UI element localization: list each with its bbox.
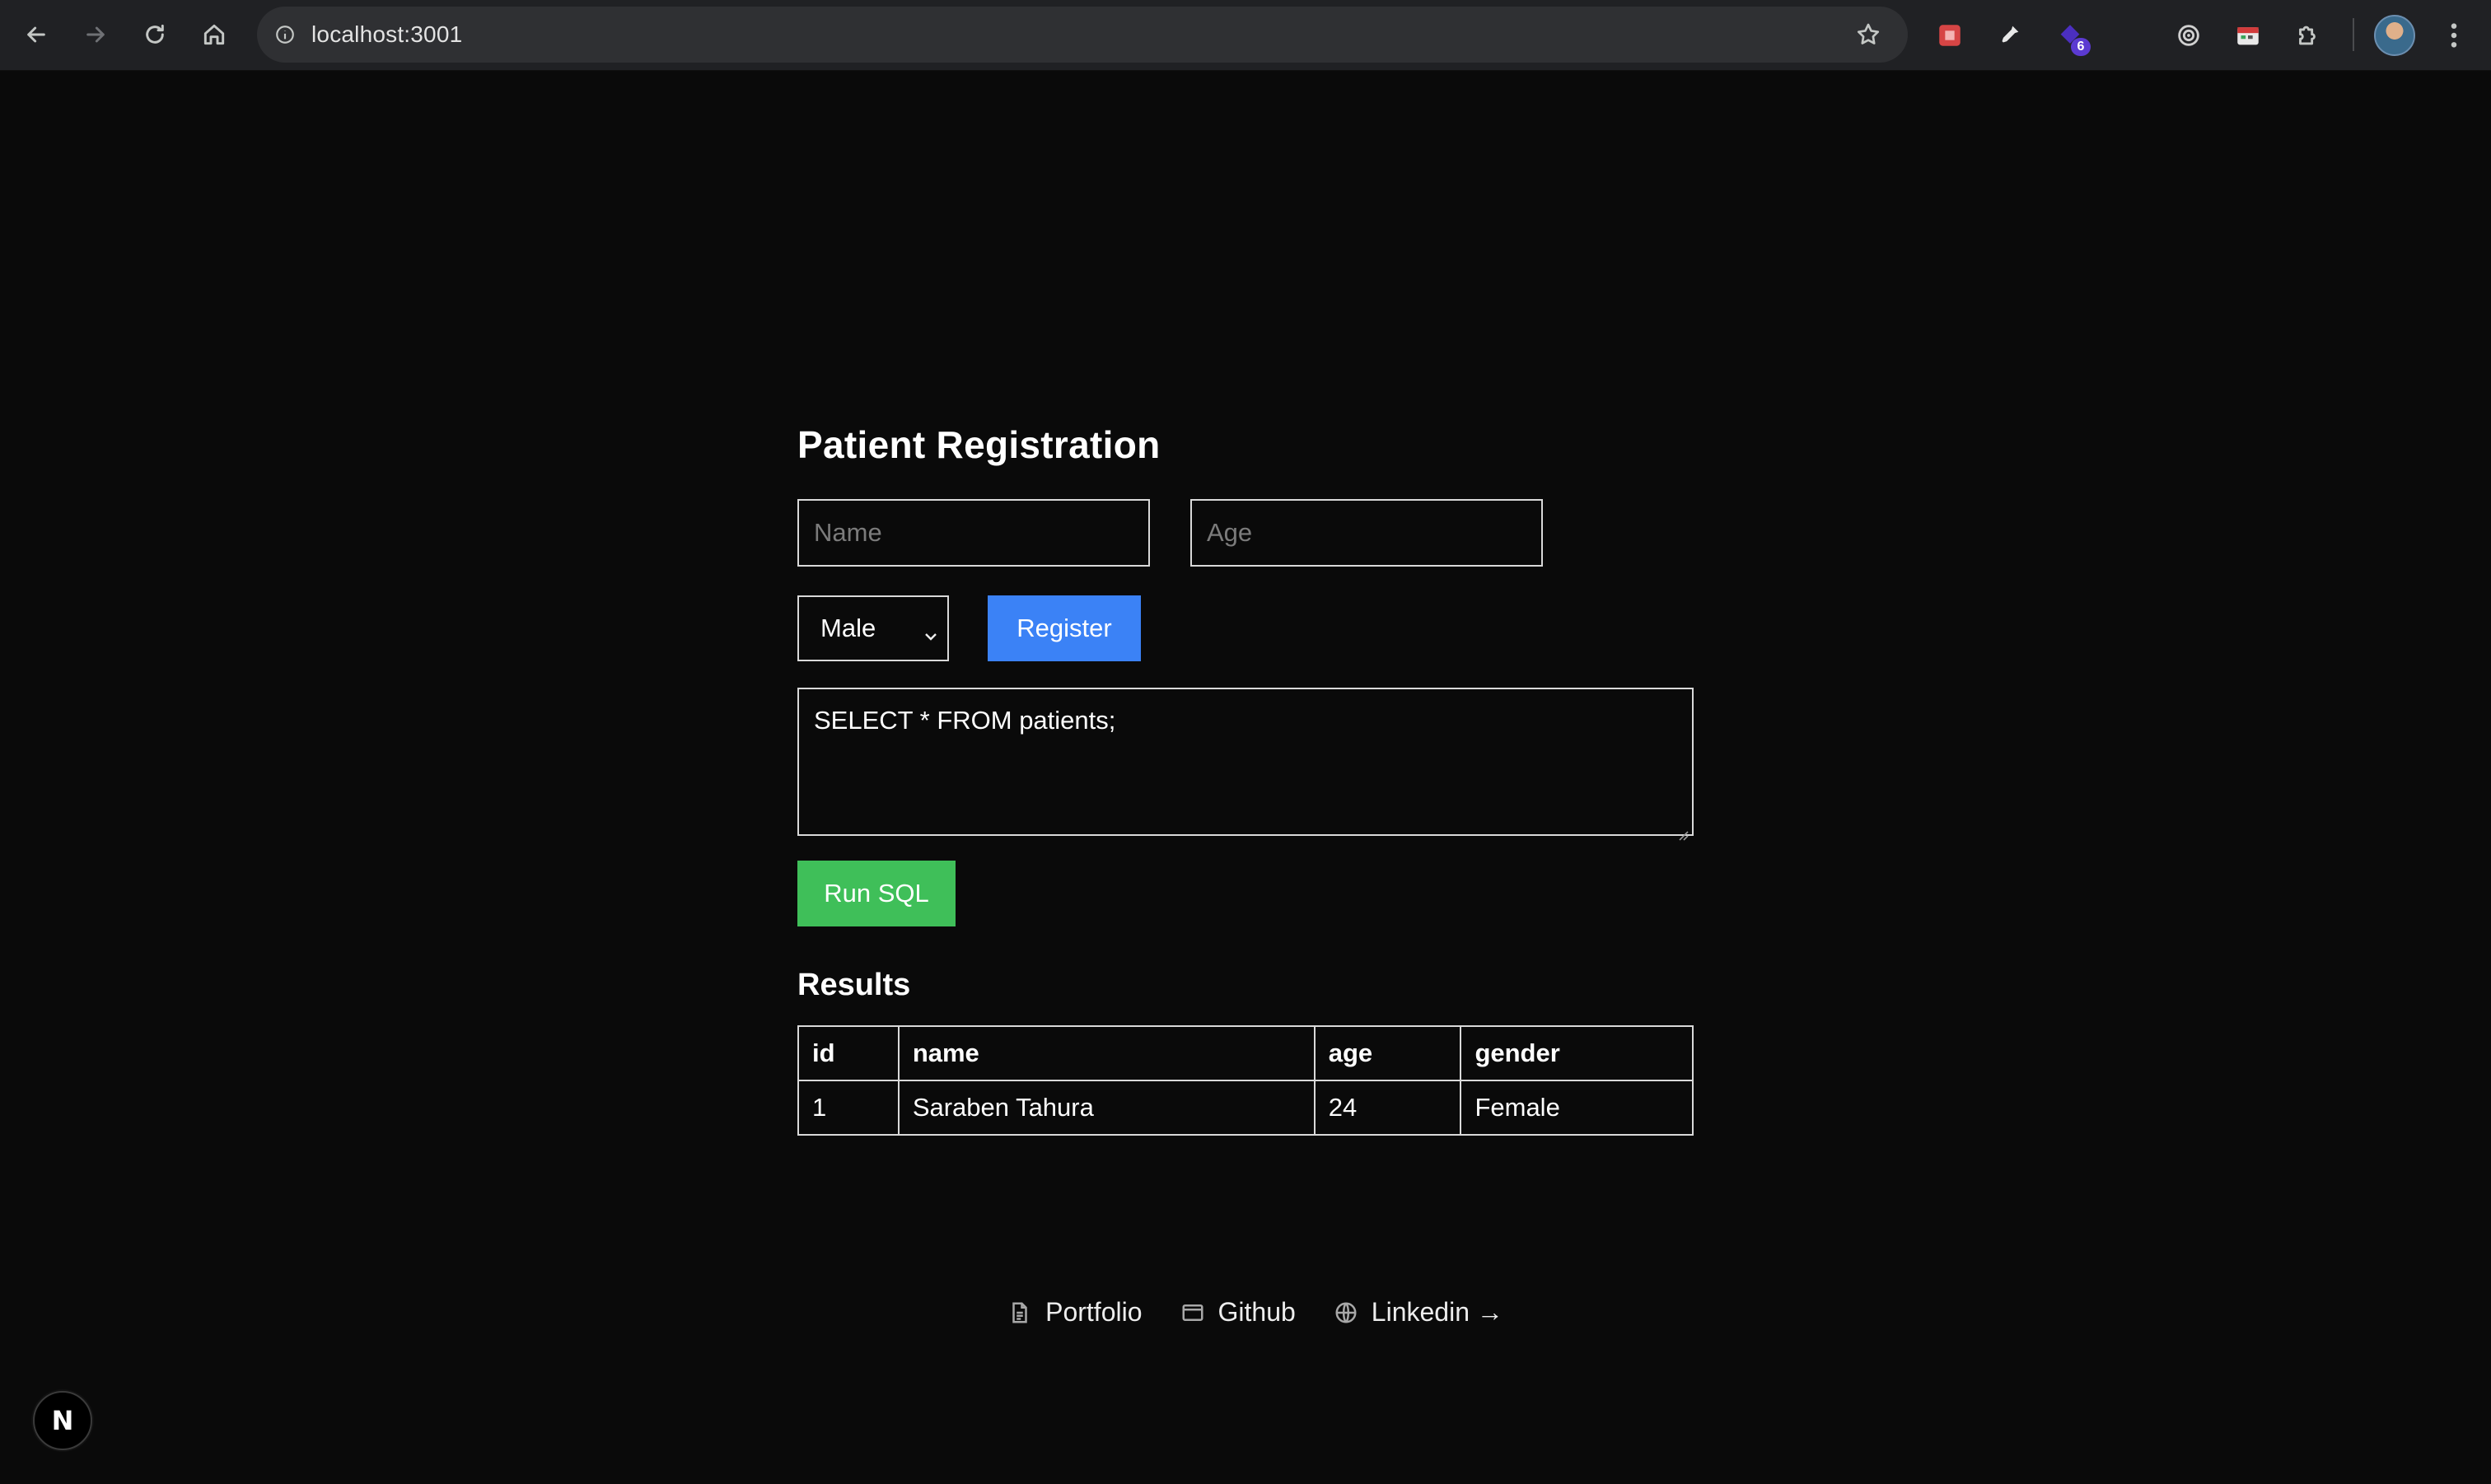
window-icon xyxy=(1182,1304,1203,1321)
github-link[interactable]: Github xyxy=(1180,1297,1296,1328)
register-button[interactable]: Register xyxy=(988,595,1141,661)
name-placeholder: Name xyxy=(814,518,882,547)
extension-calendar-button[interactable] xyxy=(2227,15,2269,56)
bookmark-button[interactable] xyxy=(1850,16,1886,53)
gender-selected-value: Male xyxy=(820,614,876,642)
extension-red-button[interactable] xyxy=(1929,15,1970,56)
results-table: id name age gender 1 Saraben Tahura 24 F… xyxy=(797,1025,1694,1136)
linkedin-link[interactable]: Linkedin → xyxy=(1334,1297,1503,1328)
table-header-row: id name age gender xyxy=(797,1025,1694,1081)
file-icon xyxy=(1012,1302,1027,1323)
toolbar-separator xyxy=(2353,18,2354,51)
column-header-id: id xyxy=(797,1025,900,1081)
home-icon xyxy=(203,24,225,45)
site-info-button[interactable] xyxy=(267,16,303,53)
info-icon xyxy=(276,26,294,44)
calendar-extension-icon xyxy=(2237,27,2259,45)
chevron-down-icon xyxy=(923,622,939,641)
puzzle-icon xyxy=(2299,26,2316,45)
browser-menu-button[interactable] xyxy=(2435,15,2473,56)
run-sql-button[interactable]: Run SQL xyxy=(797,861,956,926)
orange-moon-extension-icon xyxy=(2122,26,2132,45)
target-icon xyxy=(2178,25,2199,46)
profile-avatar[interactable] xyxy=(2374,15,2415,56)
red-puzzle-extension-icon xyxy=(1939,25,1961,46)
extension-orange-button[interactable] xyxy=(2109,15,2150,56)
column-header-name: name xyxy=(897,1025,1316,1081)
age-placeholder: Age xyxy=(1207,518,1253,547)
portfolio-link[interactable]: Portfolio xyxy=(1007,1297,1143,1328)
back-button[interactable] xyxy=(18,16,54,53)
github-link-label: Github xyxy=(1217,1297,1296,1327)
age-input[interactable]: Age xyxy=(1190,499,1543,567)
gender-select[interactable]: Male xyxy=(797,595,949,661)
extensions-menu-button[interactable] xyxy=(2287,15,2328,56)
nextjs-logo-letter: N xyxy=(51,1405,74,1436)
reload-button[interactable] xyxy=(137,16,173,53)
column-header-age: age xyxy=(1313,1025,1462,1081)
footer: Portfolio Github Linkedin → xyxy=(0,1297,2491,1328)
star-icon xyxy=(1857,23,1880,44)
arrow-right-icon xyxy=(86,26,105,43)
extension-eyedropper-button[interactable] xyxy=(1989,15,2030,56)
eyedropper-icon xyxy=(2002,26,2019,43)
url-text: localhost:3001 xyxy=(311,21,463,47)
cell-gender: Female xyxy=(1460,1080,1694,1136)
address-bar[interactable]: localhost:3001 xyxy=(257,7,1908,63)
forward-button[interactable] xyxy=(77,16,114,53)
linkedin-link-label: Linkedin → xyxy=(1371,1297,1503,1327)
nextjs-dev-indicator[interactable]: N xyxy=(33,1391,92,1450)
extension-purple-button[interactable]: 6 xyxy=(2049,15,2091,56)
sql-textarea[interactable]: SELECT * FROM patients; xyxy=(797,688,1694,841)
table-row: 1 Saraben Tahura 24 Female xyxy=(797,1080,1694,1136)
sql-query-text: SELECT * FROM patients; xyxy=(814,706,1116,735)
reload-icon xyxy=(146,24,164,44)
portfolio-link-label: Portfolio xyxy=(1045,1297,1143,1327)
results-heading: Results xyxy=(797,968,911,1002)
cell-id: 1 xyxy=(797,1080,900,1136)
name-input[interactable]: Name xyxy=(797,499,1150,567)
column-header-gender: gender xyxy=(1460,1025,1694,1081)
footer-links: Portfolio Github Linkedin → xyxy=(1007,1297,1503,1328)
home-button[interactable] xyxy=(196,16,232,53)
extension-badge-count: 6 xyxy=(2071,38,2091,56)
cell-age: 24 xyxy=(1313,1080,1462,1136)
page-content: Patient Registration Name Age Male Regis… xyxy=(0,72,2491,1484)
page-title: Patient Registration xyxy=(797,423,1161,466)
more-vertical-icon xyxy=(2451,23,2457,48)
extension-target-button[interactable] xyxy=(2168,15,2209,56)
browser-toolbar: localhost:3001 6 xyxy=(0,0,2491,71)
cell-name: Saraben Tahura xyxy=(897,1080,1316,1136)
arrow-left-icon xyxy=(27,26,45,43)
resize-grip-icon[interactable] xyxy=(1675,818,1689,841)
globe-icon xyxy=(1335,1302,1357,1323)
